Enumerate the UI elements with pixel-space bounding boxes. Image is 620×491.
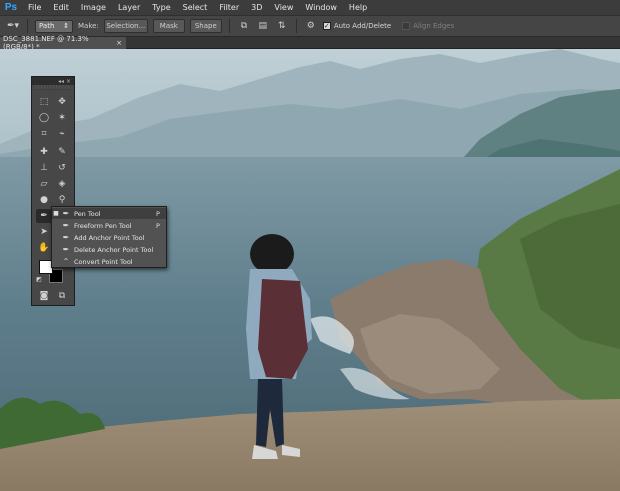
flyout-item-label: Add Anchor Point Tool [74,233,145,242]
paint-bucket-tool-icon[interactable]: ◈ [54,177,70,191]
collapse-panel-icon[interactable]: ◂◂ × [58,78,71,85]
path-arrangement-icon[interactable]: ⇅ [275,19,289,33]
pen-mode-select[interactable]: Path ⇕ [35,19,73,33]
freeform-pen-icon: ✒ [62,221,70,230]
add-anchor-icon: ✒ [62,233,70,242]
make-mask-button[interactable]: Mask [152,19,185,33]
close-tab-icon[interactable]: × [116,39,122,47]
flyout-item-label: Convert Point Tool [74,257,133,266]
panel-grip[interactable] [35,85,71,90]
align-edges-checkbox[interactable]: Align Edges [402,22,454,30]
menu-view[interactable]: View [268,0,299,15]
lasso-tool-icon[interactable]: ◯ [36,111,52,125]
divider [295,19,297,33]
screen-mode-icon[interactable]: ⧉ [54,289,70,303]
tools-panel: ◂◂ × ⬚ ✥ ◯ ✶ ⌗ ⌁ ✚ ✎ ⊥ ↺ ▱ ◈ ● ⚲ ✒ T ➤ ▭… [31,76,75,306]
convert-point-icon: ⌃ [62,257,70,266]
checkmark-icon: ✓ [322,22,331,30]
quick-mask-icon[interactable]: ◙ [36,289,52,303]
settings-gear-icon[interactable]: ⚙ [304,19,318,33]
pen-tool-icon[interactable]: ✒ [36,209,52,223]
selected-bullet-icon: ■ [53,210,59,217]
healing-brush-tool-icon[interactable]: ✚ [36,145,52,159]
pen-icon: ✒ [62,209,70,218]
flyout-item-label: Delete Anchor Point Tool [74,245,154,254]
marquee-tool-icon[interactable]: ⬚ [36,95,52,109]
flyout-item-label: Freeform Pen Tool [74,221,132,230]
default-colors-icon[interactable]: ◩ [34,274,44,284]
chevron-updown-icon: ⇕ [63,22,69,30]
eraser-tool-icon[interactable]: ▱ [36,177,52,191]
make-shape-button[interactable]: Shape [189,19,222,33]
hand-tool-icon[interactable]: ✋ [36,241,52,255]
menu-bar: Ps File Edit Image Layer Type Select Fil… [0,0,620,15]
menu-type[interactable]: Type [146,0,176,15]
flyout-item-pen-tool[interactable]: ■ ✒ Pen Tool P [52,208,166,219]
menu-filter[interactable]: Filter [213,0,245,15]
menu-select[interactable]: Select [177,0,214,15]
path-operations-icon[interactable]: ⧉ [237,19,251,33]
clone-stamp-tool-icon[interactable]: ⊥ [36,161,52,175]
divider [27,19,28,33]
menu-file[interactable]: File [22,0,47,15]
path-alignment-icon[interactable]: ▤ [256,19,270,33]
flyout-item-delete-anchor-point-tool[interactable]: ✒ Delete Anchor Point Tool [52,244,166,255]
menu-image[interactable]: Image [75,0,112,15]
document-tab[interactable]: DSC_3881.NEF @ 71.3% (RGB/8*) * × [0,35,126,51]
tool-preset-pen-icon[interactable]: ✒▾ [6,19,20,33]
path-selection-tool-icon[interactable]: ➤ [36,225,52,239]
document-canvas[interactable] [0,49,620,491]
magic-wand-tool-icon[interactable]: ✶ [54,111,70,125]
menu-window[interactable]: Window [299,0,343,15]
blur-tool-icon[interactable]: ● [36,193,52,207]
photo [0,49,620,491]
dodge-tool-icon[interactable]: ⚲ [54,193,70,207]
options-bar: ✒▾ Path ⇕ Make: Selection... Mask Shape … [0,15,620,37]
flyout-item-convert-point-tool[interactable]: ⌃ Convert Point Tool [52,256,166,267]
tools-panel-header[interactable]: ◂◂ × [32,77,74,85]
history-brush-tool-icon[interactable]: ↺ [54,161,70,175]
checkbox-empty-icon [402,22,411,30]
menu-layer[interactable]: Layer [112,0,146,15]
eyedropper-tool-icon[interactable]: ⌁ [54,127,70,141]
auto-add-delete-label: Auto Add/Delete [333,22,392,30]
flyout-item-add-anchor-point-tool[interactable]: ✒ Add Anchor Point Tool [52,232,166,243]
flyout-item-freeform-pen-tool[interactable]: ✒ Freeform Pen Tool P [52,220,166,231]
flyout-item-shortcut: P [156,209,160,218]
pen-mode-value: Path [39,22,55,30]
document-tab-bar: DSC_3881.NEF @ 71.3% (RGB/8*) * × [0,35,620,51]
move-tool-icon[interactable]: ✥ [54,95,70,109]
flyout-item-shortcut: P [156,221,160,230]
brush-tool-icon[interactable]: ✎ [54,145,70,159]
pen-tool-flyout-menu: ■ ✒ Pen Tool P ✒ Freeform Pen Tool P ✒ A… [51,206,167,268]
make-label: Make: [78,22,99,30]
divider [228,19,230,33]
menu-edit[interactable]: Edit [47,0,75,15]
align-edges-label: Align Edges [413,22,455,30]
auto-add-delete-checkbox[interactable]: ✓ Auto Add/Delete [322,22,392,30]
make-selection-button[interactable]: Selection... [103,19,148,33]
menu-help[interactable]: Help [343,0,373,15]
crop-tool-icon[interactable]: ⌗ [36,127,52,141]
menu-3d[interactable]: 3D [245,0,268,15]
delete-anchor-icon: ✒ [62,245,70,254]
flyout-item-label: Pen Tool [74,209,101,218]
photoshop-logo: Ps [4,2,18,13]
